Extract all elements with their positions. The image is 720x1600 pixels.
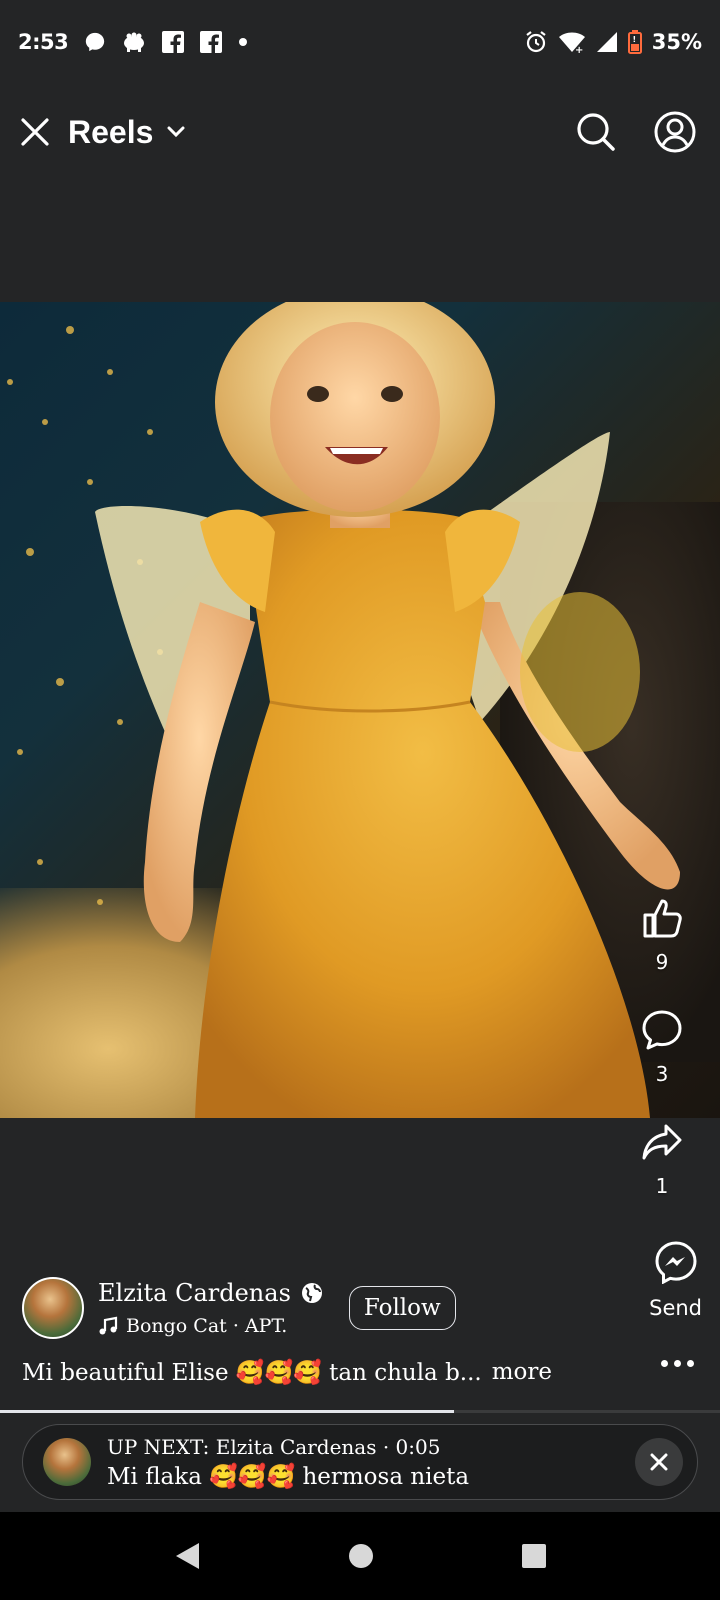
system-navigation-bar [0, 1512, 720, 1600]
follow-button[interactable]: Follow [348, 1286, 456, 1330]
header-actions [576, 111, 700, 153]
reel-video[interactable] [0, 302, 720, 1118]
like-count: 9 [655, 950, 669, 974]
up-next-caption: Mi flaka 🥰🥰🥰 hermosa nieta [107, 1463, 470, 1490]
reel-caption[interactable]: Mi beautiful Elise 🥰🥰🥰 tan chula b... mo… [22, 1352, 552, 1392]
notification-icons [84, 31, 248, 53]
author-info: Elzita Cardenas Bongo Cat · APT. [98, 1279, 323, 1337]
send-label: Send [649, 1296, 702, 1320]
back-icon[interactable] [173, 1541, 201, 1571]
up-next-title: UP NEXT: Elzita Cardenas · 0:05 [107, 1434, 441, 1459]
search-icon[interactable] [576, 112, 616, 152]
dot [687, 1360, 694, 1367]
battery-percent: 35% [651, 30, 702, 54]
video-scene [7, 302, 680, 1118]
share-button[interactable]: 1 [640, 1120, 684, 1232]
up-next-banner[interactable]: UP NEXT: Elzita Cardenas · 0:05 Mi flaka… [22, 1424, 698, 1500]
author-name[interactable]: Elzita Cardenas [98, 1279, 291, 1307]
close-icon[interactable] [20, 117, 50, 147]
globe-icon [301, 1282, 323, 1304]
avatar[interactable] [22, 1277, 84, 1339]
svg-text:+: + [575, 45, 583, 54]
more-options-icon[interactable] [661, 1360, 694, 1367]
author-row: Elzita Cardenas Bongo Cat · APT. Follow [22, 1276, 456, 1340]
home-icon[interactable] [347, 1542, 375, 1570]
status-bar: 2:53 + ! 35% [0, 0, 720, 84]
facebook-icon [200, 31, 223, 53]
comment-icon [640, 1008, 684, 1052]
up-next-close-button[interactable] [635, 1438, 683, 1486]
facebook-icon [162, 31, 185, 53]
dot [661, 1360, 668, 1367]
caption-more-link[interactable]: more [492, 1359, 552, 1385]
audio-track-label: Bongo Cat · APT. [126, 1315, 288, 1337]
caption-text: Mi beautiful Elise 🥰🥰🥰 tan chula b... [22, 1359, 482, 1386]
dot-icon [238, 37, 248, 47]
page-title[interactable]: Reels [68, 114, 153, 151]
up-next-text: UP NEXT: Elzita Cardenas · 0:05 Mi flaka… [107, 1435, 469, 1490]
messenger-icon [84, 31, 106, 53]
video-progress-fill [0, 1410, 454, 1413]
video-progress-bar[interactable] [0, 1410, 720, 1413]
alarm-icon [524, 30, 548, 54]
profile-icon[interactable] [654, 111, 696, 153]
reel-side-actions: 9 3 1 [616, 896, 708, 1232]
signal-icon [596, 31, 618, 53]
status-time: 2:53 [18, 30, 69, 54]
send-button[interactable]: Send [649, 1240, 702, 1320]
audio-track[interactable]: Bongo Cat · APT. [98, 1315, 323, 1337]
share-count: 1 [655, 1174, 669, 1198]
music-note-icon [98, 1316, 118, 1336]
wifi-icon: + [558, 30, 586, 54]
like-button[interactable]: 9 [640, 896, 684, 1008]
battery-icon: ! [627, 30, 642, 54]
comment-count: 3 [655, 1062, 669, 1086]
chevron-down-icon[interactable] [167, 126, 185, 138]
messenger-send-icon [654, 1240, 698, 1284]
system-status: + ! 35% [524, 30, 702, 54]
comment-button[interactable]: 3 [640, 1008, 684, 1120]
pig-icon [122, 31, 146, 53]
close-icon [650, 1453, 668, 1471]
reels-header: Reels [0, 84, 720, 180]
recents-icon[interactable] [521, 1543, 547, 1569]
author-name-line: Elzita Cardenas [98, 1279, 323, 1307]
thumbs-up-icon [640, 896, 684, 940]
share-icon [640, 1120, 684, 1164]
svg-text:!: ! [632, 35, 636, 44]
dot [674, 1360, 681, 1367]
up-next-avatar [43, 1438, 91, 1486]
